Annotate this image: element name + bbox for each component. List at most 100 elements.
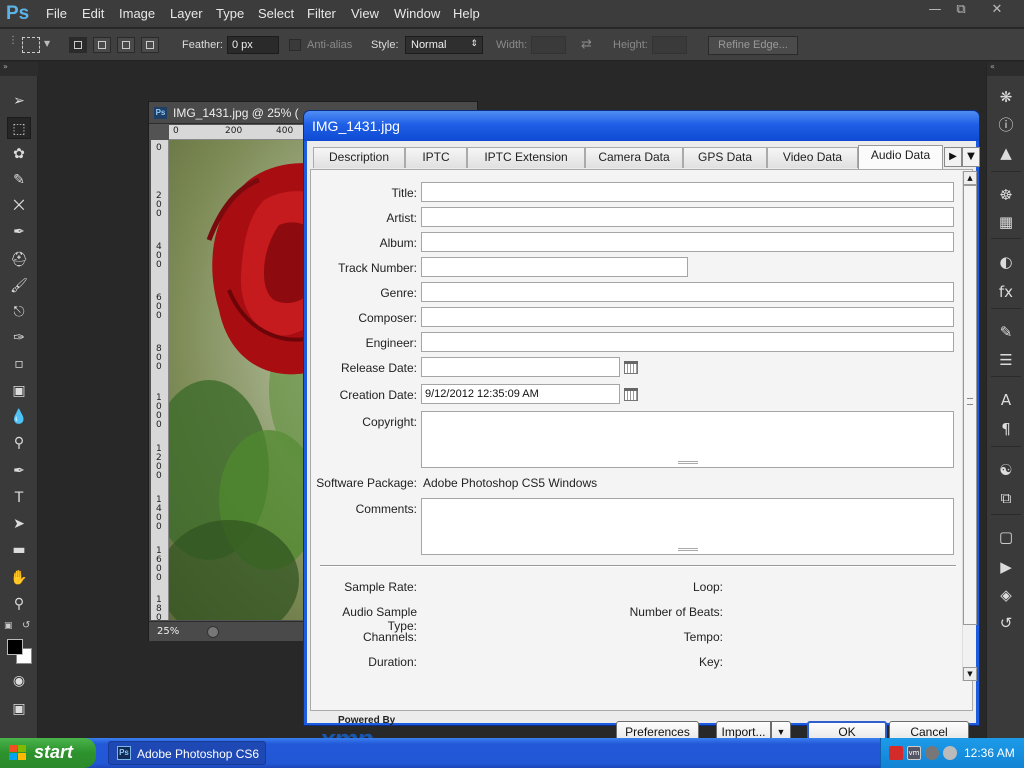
menu-view[interactable]: View (351, 6, 379, 21)
intersect-selection-icon[interactable] (141, 37, 159, 53)
restore-icon[interactable]: ⧉ (946, 2, 976, 20)
genre-input[interactable] (421, 282, 954, 302)
calendar-icon[interactable] (624, 388, 638, 401)
tab-audio-data[interactable]: Audio Data (858, 145, 943, 169)
brush-icon[interactable]: ☰ (995, 349, 1017, 371)
close-icon[interactable]: ✕ (982, 2, 1012, 20)
vmware-icon[interactable]: vm (907, 746, 921, 760)
feather-input[interactable]: 0 px (227, 36, 279, 54)
history-icon[interactable]: ↺ (995, 612, 1017, 634)
menu-window[interactable]: Window (394, 6, 440, 21)
clone-stamp-tool-icon[interactable]: ⎋ (7, 301, 31, 323)
copyright-textarea[interactable] (421, 411, 954, 468)
vertical-ruler[interactable]: 0 200 400 600 800 1000 1200 1400 1600 18… (151, 140, 169, 632)
dodge-tool-icon[interactable]: ⚲ (7, 432, 31, 454)
release-date-input[interactable] (421, 357, 620, 377)
menu-layer[interactable]: Layer (170, 6, 203, 21)
timeline-icon[interactable]: ▶ (995, 556, 1017, 578)
scroll-up-icon[interactable]: ▲ (963, 171, 977, 185)
character-icon[interactable]: A (995, 389, 1017, 411)
add-selection-icon[interactable] (93, 37, 111, 53)
new-selection-icon[interactable] (69, 37, 87, 53)
tab-scroll-right-icon[interactable]: ▶ (944, 147, 962, 167)
zoom-tool-icon[interactable]: ⚲ (7, 593, 31, 615)
title-input[interactable] (421, 182, 954, 202)
artist-input[interactable] (421, 207, 954, 227)
menu-file[interactable]: File (46, 6, 67, 21)
marquee-preset-icon[interactable] (22, 37, 40, 53)
layers-icon[interactable]: ◈ (995, 584, 1017, 606)
color-icon[interactable]: ☸ (995, 184, 1017, 206)
menu-type[interactable]: Type (216, 6, 244, 21)
expand-panels-icon[interactable]: « (987, 62, 1024, 76)
channels-icon[interactable]: ☯ (995, 459, 1017, 481)
dialog-title[interactable]: IMG_1431.jpg (304, 111, 979, 141)
menu-filter[interactable]: Filter (307, 6, 336, 21)
brush-tool-icon[interactable]: 🖌 (7, 275, 31, 297)
pen-tool-icon[interactable]: ✒ (7, 460, 31, 482)
dropdown-arrow-icon[interactable]: ▼ (44, 39, 50, 48)
move-tool-icon[interactable]: ➢ (7, 90, 31, 112)
security-shield-icon[interactable] (889, 746, 903, 760)
network-icon[interactable] (925, 746, 939, 760)
histogram-icon[interactable]: ▲ (995, 142, 1017, 164)
tab-iptc-extension[interactable]: IPTC Extension (467, 147, 585, 168)
composer-input[interactable] (421, 307, 954, 327)
album-input[interactable] (421, 232, 954, 252)
eraser-tool-icon[interactable]: ▫ (7, 353, 31, 375)
switch-colors-icon[interactable]: ↺ (22, 620, 30, 631)
eyedropper-tool-icon[interactable]: ✒ (7, 221, 31, 243)
crop-tool-icon[interactable]: ⨉ (7, 195, 31, 217)
menu-image[interactable]: Image (119, 6, 155, 21)
adjustments-icon[interactable]: ◐ (995, 251, 1017, 273)
antialias-checkbox[interactable] (289, 39, 301, 51)
hand-tool-icon[interactable]: ✋ (7, 567, 31, 589)
scroll-thumb[interactable] (963, 185, 977, 625)
quick-selection-tool-icon[interactable]: ✎ (7, 169, 31, 191)
collapse-icon[interactable]: » (0, 62, 38, 76)
style-select[interactable]: Normal ⇕ (405, 36, 483, 54)
blur-tool-icon[interactable]: 💧 (7, 406, 31, 428)
tab-video-data[interactable]: Video Data (767, 147, 858, 168)
quick-mask-icon[interactable]: ◉ (7, 670, 31, 692)
width-input[interactable] (531, 36, 566, 54)
resize-grip-icon[interactable] (678, 461, 698, 464)
start-button[interactable]: start (0, 738, 96, 768)
swap-dimensions-icon[interactable]: ⇄ (581, 37, 592, 52)
lasso-tool-icon[interactable]: ✿ (7, 143, 31, 165)
resize-grip-icon[interactable] (678, 548, 698, 551)
tab-gps-data[interactable]: GPS Data (683, 147, 767, 168)
paths-icon[interactable]: ⧉ (995, 487, 1017, 509)
scroll-down-icon[interactable]: ▼ (963, 667, 977, 681)
screen-mode-icon[interactable]: ▣ (7, 698, 31, 720)
creation-date-input[interactable]: 9/12/2012 12:35:09 AM (421, 384, 620, 404)
zoom-level[interactable]: 25% (157, 626, 179, 637)
calendar-icon[interactable] (624, 361, 638, 374)
foreground-color[interactable] (7, 639, 23, 655)
refine-edge-button[interactable]: Refine Edge... (708, 36, 798, 55)
menu-select[interactable]: Select (258, 6, 294, 21)
path-selection-tool-icon[interactable]: ➤ (7, 513, 31, 535)
comments-textarea[interactable] (421, 498, 954, 555)
gradient-tool-icon[interactable]: ▣ (7, 380, 31, 402)
tab-camera-data[interactable]: Camera Data (585, 147, 683, 168)
vertical-scrollbar[interactable]: ▲ ▼ (962, 171, 977, 681)
history-brush-tool-icon[interactable]: ✑ (7, 327, 31, 349)
paragraph-icon[interactable]: ¶ (995, 418, 1017, 440)
styles-icon[interactable]: fx (995, 281, 1017, 303)
taskbar-item-photoshop[interactable]: Ps Adobe Photoshop CS6 (108, 741, 266, 765)
healing-brush-tool-icon[interactable]: ⛑ (7, 249, 31, 271)
track-number-input[interactable] (421, 257, 688, 277)
default-colors-icon[interactable]: ▣ (4, 621, 13, 631)
marquee-tool-icon[interactable]: ⬚ (7, 117, 31, 139)
tab-iptc[interactable]: IPTC (405, 147, 467, 168)
swatches-icon[interactable]: ▦ (995, 211, 1017, 233)
tab-description[interactable]: Description (313, 147, 405, 168)
rectangle-tool-icon[interactable]: ▬ (7, 539, 31, 561)
menu-edit[interactable]: Edit (82, 6, 104, 21)
tab-menu-icon[interactable]: ▼ (962, 147, 980, 167)
3d-icon[interactable]: ▢ (995, 526, 1017, 548)
type-tool-icon[interactable]: T (7, 487, 31, 509)
status-menu-icon[interactable] (207, 626, 219, 638)
navigator-icon[interactable]: ❋ (995, 86, 1017, 108)
